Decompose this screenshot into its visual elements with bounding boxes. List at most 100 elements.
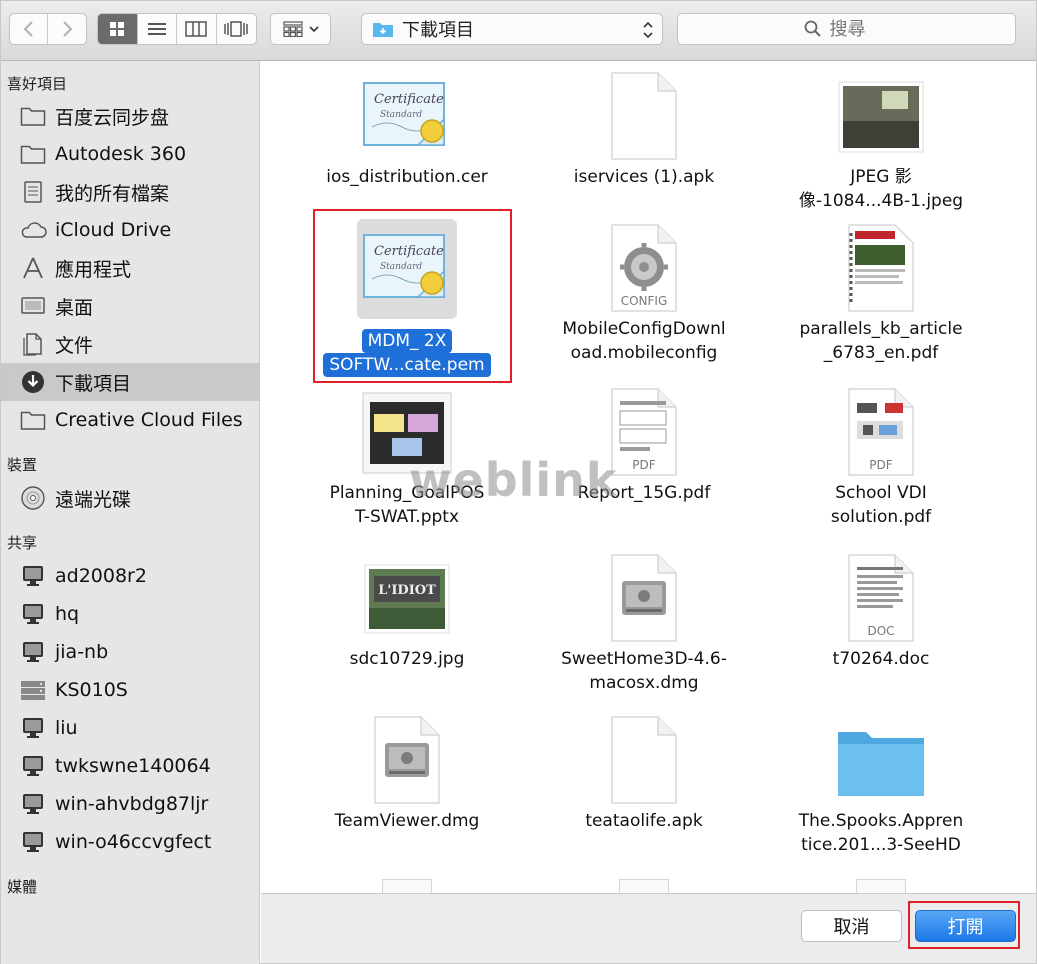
applications-icon <box>19 254 47 282</box>
grid-icon <box>110 22 125 36</box>
back-button[interactable] <box>10 14 49 44</box>
file-name-text: sdc10729.jpg <box>349 649 465 669</box>
sidebar-item-label: jia-nb <box>55 641 109 663</box>
file-name-line1: SweetHome3D-4.6- <box>544 647 744 671</box>
file-item[interactable]: PDF School VDI solution.pdf <box>781 383 981 533</box>
file-item[interactable]: teataolife.apk <box>544 711 744 861</box>
all-files-icon <box>19 178 47 206</box>
sidebar-item-favorites-6[interactable]: 文件 <box>1 325 259 363</box>
sidebar-item-shared-0[interactable]: ad2008r2 <box>1 557 259 595</box>
file-name-text: TeamViewer.dmg <box>334 811 480 831</box>
folder-icon <box>19 406 47 434</box>
sidebar-item-shared-4[interactable]: liu <box>1 709 259 747</box>
file-item[interactable]: Certificate Standard ios_distribution.ce… <box>307 67 507 217</box>
pdf-diagram-icon: PDF <box>831 383 931 483</box>
updown-chevron-icon <box>643 21 653 39</box>
location-label: 下載項目 <box>402 20 474 41</box>
monitor-icon <box>19 790 47 818</box>
sidebar-item-favorites-0[interactable]: 百度云同步盘 <box>1 97 259 135</box>
icon-view-button[interactable] <box>98 14 138 44</box>
svg-text:CONFIG: CONFIG <box>621 294 668 308</box>
file-item[interactable]: The.Spooks.Appren tice.201...3-SeeHD <box>781 711 981 861</box>
sidebar-item-shared-1[interactable]: hq <box>1 595 259 633</box>
file-item[interactable]: CONFIG MobileConfigDownl oad.mobileconfig <box>544 219 744 369</box>
svg-text:Standard: Standard <box>380 110 422 120</box>
sidebar-item-label: twkswne140064 <box>55 755 211 777</box>
sidebar-item-label: liu <box>55 717 78 739</box>
sidebar: 喜好項目 裝置 共享 媒體 百度云同步盘 Autodesk 360 我的所有檔案 iC… <box>1 61 260 964</box>
file-name-line1: t70264.doc <box>781 647 981 671</box>
sidebar-item-shared-6[interactable]: win-ahvbdg87ljr <box>1 785 259 823</box>
file-item[interactable]: L'IDIOT sdc10729.jpg <box>307 549 507 699</box>
svg-text:PDF: PDF <box>632 458 655 472</box>
file-name-text: solution.pdf <box>830 507 932 527</box>
sidebar-item-label: 下載項目 <box>55 372 132 395</box>
sidebar-item-label: 百度云同步盘 <box>55 106 170 129</box>
sidebar-section-media: 媒體 <box>7 878 38 896</box>
file-name-text: parallels_kb_article <box>799 319 963 339</box>
sidebar-item-shared-5[interactable]: twkswne140064 <box>1 747 259 785</box>
sidebar-item-label: hq <box>55 603 80 625</box>
sidebar-item-label: 我的所有檔案 <box>55 182 170 205</box>
sidebar-section-favorites: 喜好項目 <box>7 75 68 93</box>
sidebar-item-favorites-3[interactable]: iCloud Drive <box>1 211 259 249</box>
sidebar-item-label: Creative Cloud Files <box>55 409 243 431</box>
sidebar-item-label: Autodesk 360 <box>55 143 187 165</box>
file-name-line2: oad.mobileconfig <box>544 341 744 365</box>
sidebar-item-favorites-8[interactable]: Creative Cloud Files <box>1 401 259 439</box>
desktop-icon <box>19 292 47 320</box>
arrange-grid-icon <box>282 21 303 37</box>
sidebar-item-devices-0[interactable]: 遠端光碟 <box>1 479 259 517</box>
column-view-button[interactable] <box>177 14 217 44</box>
sidebar-item-favorites-2[interactable]: 我的所有檔案 <box>1 173 259 211</box>
monitor-icon <box>19 562 47 590</box>
location-popup[interactable]: 下載項目 <box>361 13 663 45</box>
partial-file-icon <box>856 879 906 893</box>
sidebar-section-devices: 裝置 <box>7 456 38 474</box>
list-view-button[interactable] <box>138 14 177 44</box>
file-name-line1: sdc10729.jpg <box>307 647 507 671</box>
gallery-view-button[interactable] <box>217 14 256 44</box>
file-name-line1: teataolife.apk <box>544 809 744 833</box>
config-gear-icon: CONFIG <box>594 219 694 319</box>
file-name-text: The.Spooks.Appren <box>798 811 964 831</box>
search-field[interactable] <box>677 13 1016 45</box>
file-name-line2: solution.pdf <box>781 505 981 529</box>
toolbar: 下載項目 <box>1 1 1036 61</box>
file-item[interactable]: DOC t70264.doc <box>781 549 981 699</box>
file-name-text: School VDI <box>835 483 927 503</box>
watermark-text: weblink <box>409 453 618 507</box>
search-input[interactable] <box>829 18 890 40</box>
chevron-down-icon <box>308 26 319 33</box>
forward-button[interactable] <box>48 14 86 44</box>
list-icon <box>147 23 166 35</box>
file-item[interactable]: SweetHome3D-4.6- macosx.dmg <box>544 549 744 699</box>
blank-file-icon <box>594 67 694 167</box>
downloads-icon <box>19 368 47 396</box>
sidebar-item-favorites-5[interactable]: 桌面 <box>1 287 259 325</box>
arrange-button[interactable] <box>270 13 331 45</box>
file-item[interactable]: TeamViewer.dmg <box>307 711 507 861</box>
sidebar-item-shared-7[interactable]: win-o46ccvgfect <box>1 823 259 861</box>
svg-text:L'IDIOT: L'IDIOT <box>378 583 436 598</box>
sidebar-item-favorites-7[interactable]: 下載項目 <box>1 363 259 401</box>
sidebar-item-label: win-o46ccvgfect <box>55 831 212 853</box>
sidebar-item-shared-3[interactable]: KS010S <box>1 671 259 709</box>
file-item[interactable]: JPEG 影像-1084...4B-1.jpeg <box>781 67 981 217</box>
svg-text:PDF: PDF <box>869 458 892 472</box>
sidebar-item-favorites-4[interactable]: 應用程式 <box>1 249 259 287</box>
chevron-left-icon <box>23 21 33 37</box>
file-name-text: SweetHome3D-4.6- <box>561 649 727 669</box>
svg-text:DOC: DOC <box>867 624 894 638</box>
search-icon <box>804 20 821 37</box>
file-item[interactable]: parallels_kb_article _6783_en.pdf <box>781 219 981 369</box>
file-item[interactable]: iservices (1).apk <box>544 67 744 217</box>
monitor-icon <box>19 828 47 856</box>
monitor-icon <box>19 600 47 628</box>
cancel-button[interactable]: 取消 <box>801 910 902 942</box>
nav-buttons <box>9 13 87 45</box>
sidebar-item-favorites-1[interactable]: Autodesk 360 <box>1 135 259 173</box>
sidebar-item-shared-2[interactable]: jia-nb <box>1 633 259 671</box>
folder-blue-icon <box>831 711 931 811</box>
file-name-line2: tice.201...3-SeeHD <box>781 833 981 857</box>
